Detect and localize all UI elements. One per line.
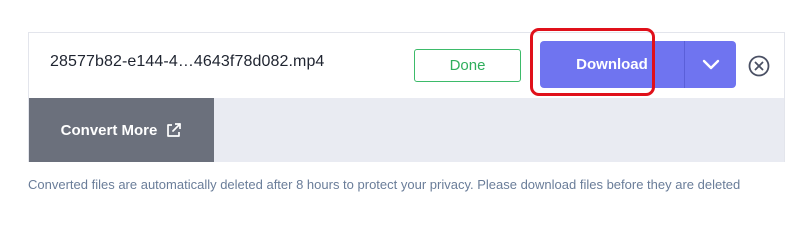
download-button-group: Download (540, 41, 736, 88)
download-options-toggle[interactable] (685, 41, 736, 88)
close-circle-icon (748, 55, 770, 77)
chevron-down-icon (702, 59, 719, 69)
file-row: 28577b82-e144-4…4643f78d082.mp4 Done Dow… (29, 33, 784, 98)
conversion-result-panel: 28577b82-e144-4…4643f78d082.mp4 Done Dow… (28, 32, 785, 162)
status-badge: Done (414, 49, 521, 82)
file-name: 28577b82-e144-4…4643f78d082.mp4 (50, 53, 325, 70)
actions-row: Convert More (29, 98, 784, 162)
external-link-icon (167, 122, 182, 137)
download-button[interactable]: Download (540, 41, 684, 88)
privacy-notice: Converted files are automatically delete… (28, 177, 741, 192)
remove-file-button[interactable] (747, 54, 771, 78)
convert-more-label: Convert More (60, 121, 158, 139)
convert-more-button[interactable]: Convert More (29, 98, 214, 162)
